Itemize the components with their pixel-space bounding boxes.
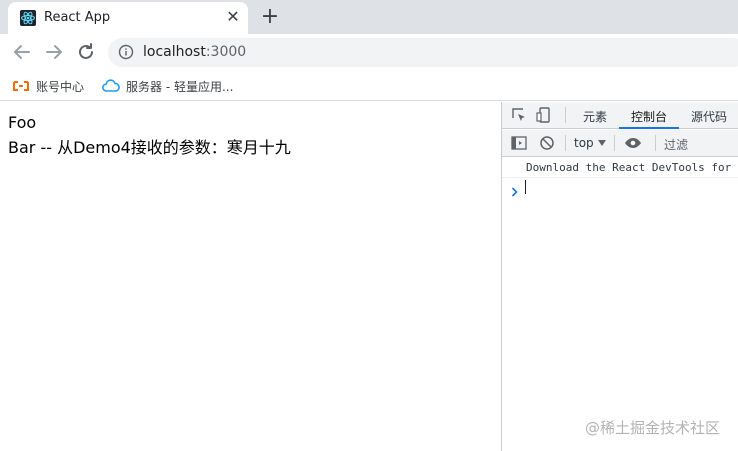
bookmarks-bar: 账号中心 服务器 - 轻量应用... — [0, 70, 738, 101]
cloud-icon — [102, 79, 120, 92]
console-toolbar: top 过滤 — [502, 130, 738, 157]
context-selector[interactable]: top — [574, 136, 594, 150]
page-content: Foo Bar -- 从Demo4接收的参数：寒月十九 — [0, 102, 501, 451]
clear-console-icon[interactable] — [538, 134, 556, 152]
tab-strip: React App ✕ + — [0, 0, 738, 34]
new-tab-button[interactable]: + — [258, 5, 282, 29]
devtools-panel: 元素 控制台 源代码 top 过滤 Download the React Dev… — [501, 102, 738, 451]
bookmark-label: 账号中心 — [36, 79, 85, 94]
bookmark-account-center[interactable]: 账号中心 — [12, 76, 84, 96]
url-host: localhost — [143, 44, 206, 60]
bar-text: Bar -- 从Demo4接收的参数：寒月十九 — [8, 138, 291, 157]
browser-toolbar: localhost:3000 — [0, 34, 738, 70]
device-toolbar-icon[interactable] — [535, 106, 553, 124]
bookmark-server[interactable]: 服务器 - 轻量应用... — [102, 76, 233, 96]
active-tab-indicator — [619, 127, 679, 129]
console-input-caret[interactable] — [525, 180, 526, 194]
tab-elements[interactable]: 元素 — [583, 108, 607, 125]
close-icon[interactable]: ✕ — [224, 8, 242, 26]
chevron-down-icon[interactable] — [598, 140, 606, 146]
inspect-element-icon[interactable] — [510, 106, 528, 124]
url-port: :3000 — [205, 44, 247, 60]
bookmark-label: 服务器 - 轻量应用... — [126, 79, 234, 94]
address-bar[interactable]: localhost:3000 — [108, 38, 738, 67]
tab-sources[interactable]: 源代码 — [691, 108, 727, 125]
browser-tab[interactable]: React App ✕ — [8, 2, 248, 34]
react-icon — [20, 10, 36, 26]
tab-title: React App — [44, 10, 111, 25]
info-icon[interactable] — [118, 44, 134, 60]
watermark: @稀土掘金技术社区 — [585, 419, 721, 437]
url-text: localhost:3000 — [143, 44, 246, 60]
back-arrow-icon[interactable] — [10, 40, 34, 64]
reload-icon[interactable] — [74, 40, 98, 64]
tab-console[interactable]: 控制台 — [631, 108, 667, 125]
devtools-tabbar: 元素 控制台 源代码 — [502, 102, 738, 129]
filter-input[interactable]: 过滤 — [664, 136, 688, 153]
toolbar-divider — [565, 107, 566, 123]
sidebar-toggle-icon[interactable] — [510, 134, 528, 152]
forward-arrow-icon[interactable] — [42, 40, 66, 64]
chevron-right-icon — [511, 182, 519, 197]
toolbar-divider — [614, 135, 615, 151]
foo-text: Foo — [8, 113, 37, 132]
console-message: Download the React DevTools for — [502, 158, 738, 178]
console-message-text: Download the React DevTools for — [526, 161, 732, 174]
toolbar-divider — [565, 135, 566, 151]
account-center-icon — [13, 81, 29, 91]
eye-icon[interactable] — [624, 134, 642, 152]
toolbar-divider — [655, 135, 656, 151]
